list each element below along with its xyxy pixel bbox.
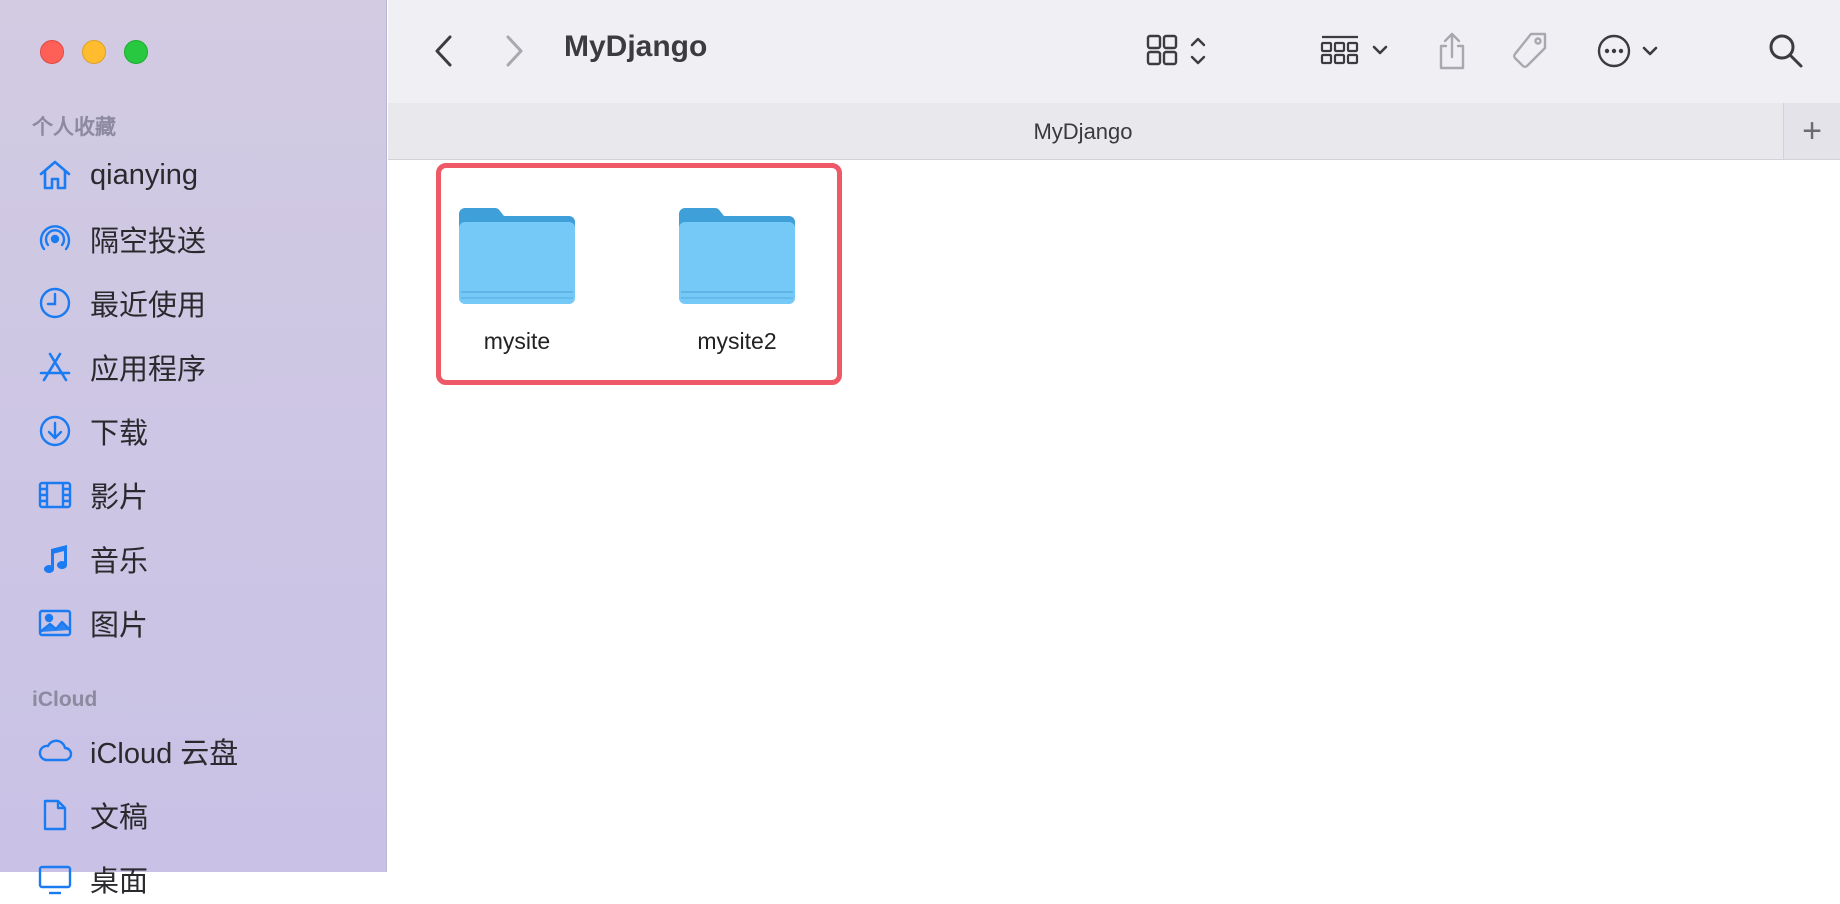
photo-icon <box>36 604 74 642</box>
view-mode-button[interactable] <box>1140 30 1220 72</box>
sidebar-item-label: 应用程序 <box>90 354 207 386</box>
sidebar-item-desktop[interactable]: 桌面 <box>36 854 148 904</box>
sidebar-item-label: qianying <box>90 158 199 191</box>
sidebar-item-label: 音乐 <box>90 546 149 578</box>
desktop-icon <box>36 860 74 898</box>
more-actions-button[interactable] <box>1594 28 1666 74</box>
ellipsis-circle-icon <box>1597 34 1658 68</box>
fullscreen-window-button[interactable] <box>124 40 148 64</box>
download-icon <box>36 412 74 450</box>
sidebar-item-airdrop[interactable]: 隔空投送 <box>36 214 206 264</box>
sidebar-item-documents[interactable]: 文稿 <box>36 790 148 840</box>
sidebar-item-qianying[interactable]: qianying <box>36 150 198 200</box>
sidebar-item-applications[interactable]: 应用程序 <box>36 342 206 392</box>
applications-icon <box>36 348 74 386</box>
sidebar-item-label: 下载 <box>90 418 149 450</box>
folder-icon <box>459 208 575 304</box>
chevron-left-icon <box>435 35 452 67</box>
home-icon <box>36 156 74 194</box>
forward-button[interactable] <box>498 30 530 72</box>
close-window-button[interactable] <box>40 40 64 64</box>
tab-title[interactable]: MyDjango <box>388 119 1778 145</box>
clock-icon <box>36 284 74 322</box>
sidebar-item-label: 桌面 <box>90 866 149 898</box>
sidebar-section-icloud: iCloud <box>32 688 98 711</box>
group-by-icon <box>1320 35 1388 65</box>
sidebar-item-label: 隔空投送 <box>90 226 207 258</box>
folder-icon <box>679 208 795 304</box>
sidebar-item-label: 影片 <box>90 482 149 514</box>
sidebar-item-icloud-drive[interactable]: iCloud 云盘 <box>36 726 238 776</box>
chevron-right-icon <box>506 35 523 67</box>
file-item-mysite2[interactable]: mysite2 <box>662 200 812 355</box>
music-icon <box>36 540 74 578</box>
window-controls <box>40 40 148 64</box>
share-icon <box>1439 32 1465 70</box>
grid-view-icon <box>1146 34 1206 66</box>
sidebar: 个人收藏 qianying 隔空投送 最近使用 应用程序 下载 影片 音乐 图片… <box>0 0 387 898</box>
share-button[interactable] <box>1432 28 1472 74</box>
minimize-window-button[interactable] <box>82 40 106 64</box>
sidebar-item-label: iCloud 云盘 <box>90 738 239 770</box>
file-name: mysite <box>483 328 551 354</box>
sidebar-item-label: 最近使用 <box>90 290 207 322</box>
sidebar-item-label: 文稿 <box>90 802 149 834</box>
search-button[interactable] <box>1764 28 1808 74</box>
search-icon <box>1769 34 1803 68</box>
file-item-mysite[interactable]: mysite <box>442 200 592 355</box>
sidebar-item-recents[interactable]: 最近使用 <box>36 278 206 328</box>
sidebar-item-movies[interactable]: 影片 <box>36 470 148 520</box>
airdrop-icon <box>36 220 74 258</box>
new-tab-button[interactable]: + <box>1783 103 1840 159</box>
cloud-icon <box>36 732 74 770</box>
back-button[interactable] <box>428 30 460 72</box>
sidebar-section-favorites: 个人收藏 <box>32 116 116 139</box>
group-by-button[interactable] <box>1318 30 1394 72</box>
document-icon <box>36 796 74 834</box>
sidebar-item-music[interactable]: 音乐 <box>36 534 148 584</box>
tag-icon <box>1513 32 1547 68</box>
sidebar-item-downloads[interactable]: 下载 <box>36 406 148 456</box>
tab-bar: MyDjango + <box>388 103 1840 160</box>
file-name: mysite2 <box>697 328 777 354</box>
sidebar-item-label: 图片 <box>90 610 149 642</box>
tag-button[interactable] <box>1508 28 1552 74</box>
sidebar-item-pictures[interactable]: 图片 <box>36 598 148 648</box>
window-title: MyDjango <box>564 30 708 63</box>
film-icon <box>36 476 74 514</box>
